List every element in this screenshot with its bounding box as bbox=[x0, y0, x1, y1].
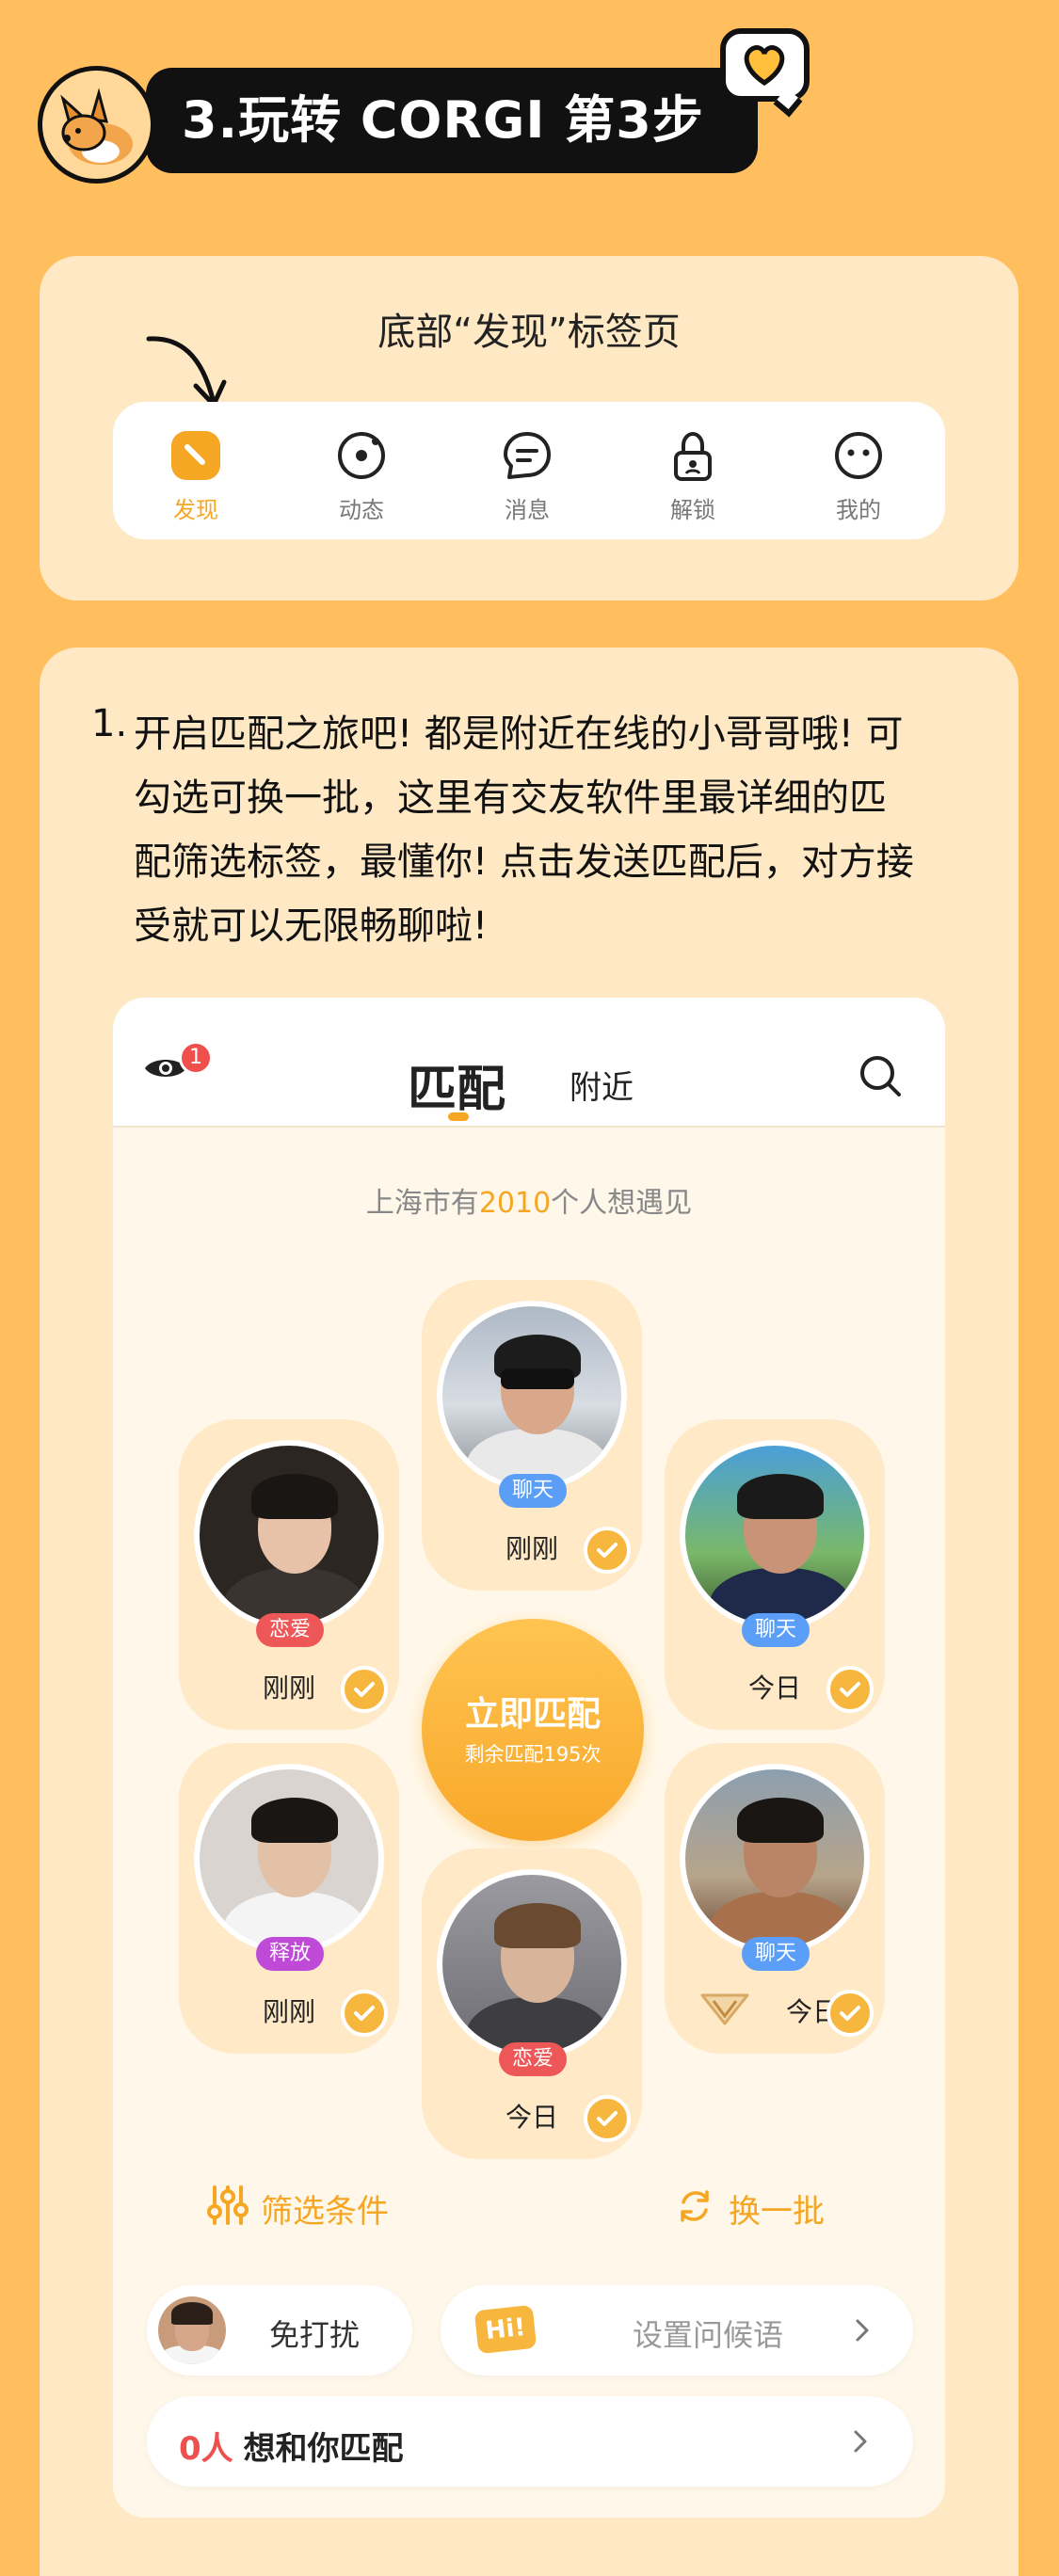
step-number: 1. bbox=[91, 702, 128, 745]
filter-button[interactable]: 筛选条件 bbox=[207, 2182, 433, 2231]
who-wants-match-row[interactable]: 0人 想和你匹配 bbox=[147, 2396, 913, 2487]
city-count: 2010 bbox=[478, 1187, 552, 1220]
status-tag: 恋爱 bbox=[499, 2042, 567, 2076]
select-check-icon[interactable] bbox=[341, 1990, 388, 2037]
active-tab-indicator bbox=[448, 1112, 469, 1121]
tab-nearby[interactable]: 附近 bbox=[570, 1062, 634, 1108]
select-check-icon[interactable] bbox=[826, 1666, 874, 1713]
tab-label: 动态 bbox=[339, 497, 384, 523]
moments-icon bbox=[338, 432, 385, 479]
city-stats: 上海市有2010个人想遇见 bbox=[113, 1179, 945, 1221]
my-avatar bbox=[158, 2296, 226, 2364]
tab-me[interactable]: 我的 bbox=[776, 402, 941, 539]
profile-card[interactable]: 聊天 刚刚 bbox=[422, 1280, 642, 1591]
city-prefix: 上海市有 bbox=[365, 1187, 479, 1220]
page-title: 3.玩转 CORGI 第3步 bbox=[182, 90, 704, 150]
select-check-icon[interactable] bbox=[584, 1527, 631, 1574]
wants-match-text: 0人 想和你匹配 bbox=[179, 2423, 403, 2469]
tab-unlock[interactable]: 解锁 bbox=[610, 402, 776, 539]
intro-line: 受就可以无限畅聊啦! bbox=[134, 904, 489, 948]
avatar bbox=[680, 1764, 870, 1954]
match-now-button[interactable]: 立即匹配 剩余匹配195次 bbox=[422, 1619, 644, 1841]
avatar bbox=[194, 1440, 384, 1630]
tab-moments[interactable]: 动态 bbox=[279, 402, 444, 539]
avatar bbox=[680, 1440, 870, 1630]
intro-line: 勾选可换一批，这里有交友软件里最详细的匹 bbox=[134, 776, 887, 820]
corgi-logo-icon bbox=[38, 66, 155, 184]
set-greeting-button[interactable]: Hi! 设置问候语 bbox=[441, 2285, 913, 2376]
tab-messages[interactable]: 消息 bbox=[444, 402, 610, 539]
tab-label: 消息 bbox=[505, 497, 550, 523]
online-time: 今日 bbox=[785, 1996, 839, 2027]
intro-line: 开启匹配之旅吧! 都是附近在线的小哥哥哦! 可 bbox=[134, 712, 904, 756]
match-intro-card: 1. 开启匹配之旅吧! 都是附近在线的小哥哥哦! 可 勾选可换一批，这里有交友软… bbox=[40, 648, 1019, 2576]
status-tag: 聊天 bbox=[742, 1613, 810, 1647]
greeting-label: 设置问候语 bbox=[633, 2317, 784, 2353]
match-now-label: 立即匹配 bbox=[464, 1695, 601, 1734]
tab-match[interactable]: 匹配 bbox=[408, 1049, 505, 1120]
title-banner: 3.玩转 CORGI 第3步 bbox=[146, 68, 758, 173]
tab-label: 解锁 bbox=[670, 497, 715, 523]
discover-tab-card: 底部“发现”标签页 发现 动态 消息 解锁 我的 bbox=[40, 256, 1019, 600]
profile-card[interactable]: 释放 刚刚 bbox=[179, 1743, 399, 2054]
bottom-tab-bar: 发现 动态 消息 解锁 我的 bbox=[113, 402, 945, 539]
status-tag: 恋爱 bbox=[256, 1613, 324, 1647]
do-not-disturb-toggle[interactable]: 免打扰 bbox=[147, 2285, 412, 2376]
refresh-label: 换一批 bbox=[729, 2193, 825, 2231]
intro-paragraph: 开启匹配之旅吧! 都是附近在线的小哥哥哦! 可 勾选可换一批，这里有交友软件里最… bbox=[134, 702, 981, 958]
status-tag: 聊天 bbox=[499, 1474, 567, 1508]
avatar bbox=[437, 1869, 627, 2059]
city-suffix: 个人想遇见 bbox=[551, 1187, 693, 1220]
wants-count: 0人 bbox=[179, 2430, 233, 2468]
profile-card[interactable]: 聊天 今日 bbox=[665, 1743, 885, 2054]
match-top-bar: 1 匹配 附近 bbox=[113, 998, 945, 1128]
tab-label: 发现 bbox=[173, 497, 218, 523]
tab-discover[interactable]: 发现 bbox=[113, 402, 279, 539]
tab-label: 我的 bbox=[836, 497, 881, 523]
status-tag: 聊天 bbox=[742, 1937, 810, 1971]
profile-icon bbox=[835, 432, 882, 479]
status-tag: 释放 bbox=[256, 1937, 324, 1971]
lock-icon bbox=[674, 431, 712, 481]
avatar bbox=[194, 1764, 384, 1954]
message-icon bbox=[504, 432, 551, 479]
profile-card[interactable]: 恋爱 今日 bbox=[422, 1848, 642, 2159]
visitors-badge: 1 bbox=[179, 1041, 213, 1075]
dnd-label: 免打扰 bbox=[269, 2317, 361, 2353]
heart-bubble-icon bbox=[720, 28, 810, 118]
select-check-icon[interactable] bbox=[341, 1666, 388, 1713]
filter-sliders-icon bbox=[207, 2185, 249, 2225]
select-check-icon[interactable] bbox=[826, 1990, 874, 2037]
profile-card[interactable]: 聊天 今日 bbox=[665, 1419, 885, 1730]
remaining-matches: 剩余匹配195次 bbox=[464, 1743, 602, 1766]
profile-card[interactable]: 恋爱 刚刚 bbox=[179, 1419, 399, 1730]
hi-badge-icon: Hi! bbox=[473, 2304, 538, 2355]
filter-label: 筛选条件 bbox=[261, 2193, 389, 2231]
select-check-icon[interactable] bbox=[584, 2095, 631, 2142]
phone-screen: 1 匹配 附近 上海市有2010个人想遇见 聊天 刚刚 恋爱 刚刚 聊天 今日 … bbox=[113, 998, 945, 2518]
chevron-right-icon bbox=[854, 2430, 867, 2453]
wants-label: 想和你匹配 bbox=[243, 2430, 404, 2468]
avatar bbox=[437, 1301, 627, 1491]
chevron-right-icon bbox=[856, 2319, 869, 2342]
refresh-icon bbox=[681, 2190, 709, 2222]
refresh-button[interactable]: 换一批 bbox=[676, 2182, 864, 2231]
discover-icon bbox=[171, 431, 220, 480]
search-icon[interactable] bbox=[858, 1054, 902, 1097]
intro-line: 配筛选标签，最懂你! 点击发送匹配后，对方接 bbox=[134, 840, 914, 884]
